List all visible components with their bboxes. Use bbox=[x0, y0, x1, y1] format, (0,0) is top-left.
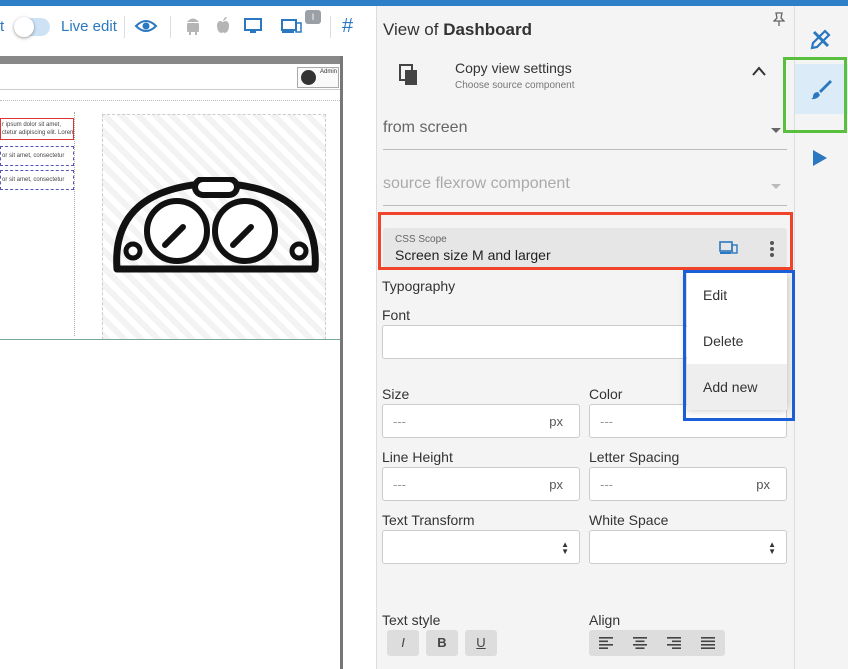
text-transform-label: Text Transform bbox=[382, 512, 475, 528]
select-arrows-icon: ▲ ▼ bbox=[768, 540, 776, 556]
canvas-window-bar bbox=[0, 56, 340, 64]
chevron-down-icon bbox=[771, 184, 781, 189]
canvas-divider bbox=[0, 339, 340, 340]
apple-icon[interactable] bbox=[215, 16, 231, 36]
toolbar-divider bbox=[170, 16, 171, 38]
color-placeholder: --- bbox=[600, 414, 613, 429]
toggle-knob bbox=[14, 17, 34, 37]
white-space-label: White Space bbox=[589, 512, 669, 528]
align-right-icon[interactable] bbox=[667, 637, 681, 649]
size-input[interactable]: --- px bbox=[382, 404, 580, 438]
typography-heading: Typography bbox=[382, 278, 456, 294]
copy-icon bbox=[399, 64, 417, 85]
live-edit-toggle[interactable] bbox=[14, 17, 50, 37]
canvas-row bbox=[0, 100, 340, 112]
line-height-unit: px bbox=[549, 477, 563, 492]
from-screen-value: from screen bbox=[383, 119, 468, 136]
dashboard-gauge-icon bbox=[113, 177, 319, 273]
underline-button[interactable]: U bbox=[465, 630, 497, 656]
letter-spacing-input[interactable]: --- px bbox=[589, 467, 787, 501]
align-justify-icon[interactable] bbox=[701, 637, 715, 649]
panel-title-name: Dashboard bbox=[443, 20, 532, 39]
font-input[interactable] bbox=[382, 325, 688, 359]
align-left-icon[interactable] bbox=[599, 637, 613, 649]
device-badge: I bbox=[305, 10, 321, 24]
admin-label: Admin bbox=[320, 69, 338, 75]
source-component-select[interactable]: source flexrow component bbox=[383, 166, 787, 206]
canvas-preview[interactable]: Admin r ipsum dolor sit amet, ctetur adi… bbox=[0, 56, 343, 669]
admin-avatar-box[interactable]: Admin bbox=[297, 67, 339, 88]
text-transform-select[interactable]: ▲ ▼ bbox=[382, 530, 580, 564]
highlight-box-blue bbox=[683, 270, 795, 421]
column-guide bbox=[74, 112, 75, 336]
size-placeholder: --- bbox=[393, 414, 406, 429]
text-block[interactable]: or sit amet, consectetur bbox=[0, 146, 74, 166]
play-icon bbox=[813, 150, 827, 166]
align-label: Align bbox=[589, 612, 621, 628]
white-space-select[interactable]: ▲ ▼ bbox=[589, 530, 787, 564]
letter-spacing-label: Letter Spacing bbox=[589, 449, 680, 465]
hash-button[interactable]: # bbox=[342, 15, 353, 38]
text-line: or sit amet, consectetur bbox=[2, 153, 65, 159]
panel-title: View of Dashboard bbox=[383, 20, 532, 40]
align-center-icon[interactable] bbox=[633, 637, 647, 649]
image-placeholder[interactable] bbox=[102, 114, 326, 340]
copy-settings-subtitle: Choose source component bbox=[455, 80, 575, 91]
size-unit: px bbox=[549, 414, 563, 429]
letter-spacing-unit: px bbox=[756, 477, 770, 492]
edit-label-tail: t bbox=[0, 18, 5, 35]
line-height-input[interactable]: --- px bbox=[382, 467, 580, 501]
line-height-label: Line Height bbox=[382, 449, 453, 465]
editor-toolbar: t Live edit I # bbox=[0, 6, 376, 46]
run-button[interactable] bbox=[795, 132, 848, 182]
text-line: or sit amet, consectetur bbox=[2, 177, 65, 183]
eye-icon[interactable] bbox=[134, 16, 158, 36]
toolbar-divider bbox=[330, 16, 331, 38]
avatar bbox=[301, 70, 316, 85]
pencil-ruler-icon bbox=[810, 29, 831, 50]
text-line: r ipsum dolor sit amet, bbox=[2, 122, 62, 128]
desktop-icon[interactable] bbox=[243, 16, 263, 36]
highlight-box-green bbox=[783, 57, 847, 133]
text-line: ctetur adipiscing elit. Lorem bbox=[2, 130, 74, 136]
line-height-placeholder: --- bbox=[393, 477, 406, 492]
responsive-devices-icon[interactable] bbox=[281, 16, 303, 36]
italic-button[interactable]: I bbox=[387, 630, 419, 656]
select-arrows-icon: ▲ ▼ bbox=[561, 540, 569, 556]
highlight-box-red bbox=[378, 212, 793, 270]
toolbar-divider bbox=[124, 16, 125, 38]
live-edit-label[interactable]: Live edit bbox=[61, 18, 117, 35]
bold-button[interactable]: B bbox=[426, 630, 458, 656]
pin-icon[interactable] bbox=[773, 12, 785, 26]
text-block-selected[interactable]: r ipsum dolor sit amet, ctetur adipiscin… bbox=[0, 118, 74, 140]
canvas-header: Admin bbox=[0, 66, 340, 90]
font-label: Font bbox=[382, 307, 411, 323]
from-screen-select[interactable]: from screen bbox=[383, 110, 787, 150]
text-block[interactable]: or sit amet, consectetur bbox=[0, 170, 74, 190]
panel-title-prefix: View of bbox=[383, 20, 439, 39]
color-label: Color bbox=[589, 386, 623, 402]
align-button-group bbox=[589, 630, 725, 656]
chevron-down-icon bbox=[771, 128, 781, 133]
source-component-value: source flexrow component bbox=[383, 175, 570, 192]
copy-settings-title[interactable]: Copy view settings bbox=[455, 60, 572, 76]
android-icon[interactable] bbox=[185, 16, 201, 36]
text-style-label: Text style bbox=[382, 612, 441, 628]
letter-spacing-placeholder: --- bbox=[600, 477, 613, 492]
size-label: Size bbox=[382, 386, 410, 402]
chevron-up-icon[interactable] bbox=[752, 66, 766, 76]
